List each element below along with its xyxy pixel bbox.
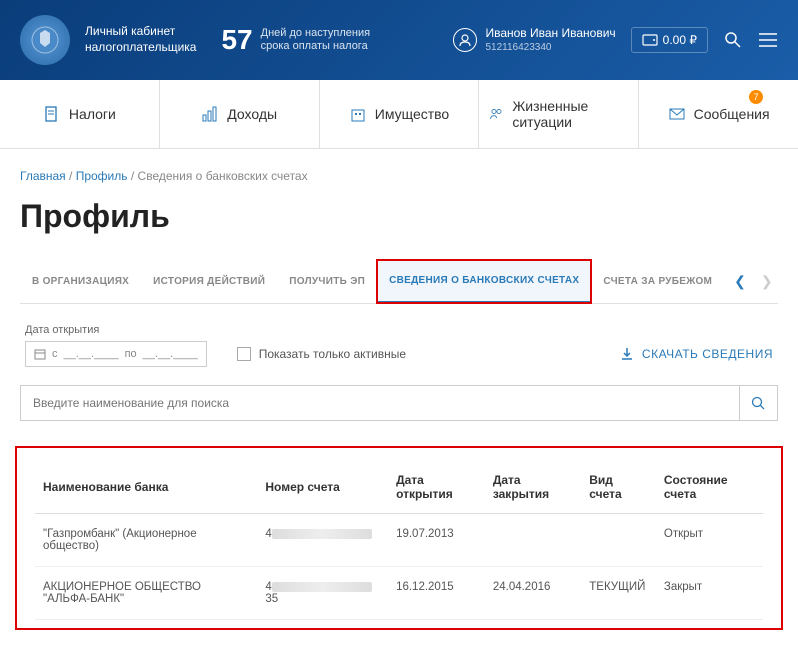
user-info: Иванов Иван Иванович 512116423340 [485, 26, 615, 55]
th-account: Номер счета [257, 461, 388, 514]
building-icon [349, 105, 367, 123]
tab-bank-accounts[interactable]: СВЕДЕНИЯ О БАНКОВСКИХ СЧЕТАХ [377, 260, 591, 303]
tab-prev-icon[interactable]: ❮ [734, 273, 746, 290]
wallet-icon [642, 34, 658, 46]
nav-messages[interactable]: Сообщения 7 [639, 80, 798, 148]
redacted-account [272, 529, 372, 539]
th-status: Состояние счета [656, 461, 763, 514]
breadcrumb-home[interactable]: Главная [20, 169, 66, 183]
cell-close: 24.04.2016 [485, 567, 581, 620]
tab-organizations[interactable]: В ОРГАНИЗАЦИЯХ [20, 261, 141, 302]
magnifier-icon [751, 396, 766, 411]
tab-history[interactable]: ИСТОРИЯ ДЕЙСТВИЙ [141, 261, 277, 302]
nav-property[interactable]: Имущество [320, 80, 480, 148]
cell-account: 4 [257, 514, 388, 567]
tax-countdown: 57 Дней до наступления срока оплаты нало… [221, 24, 370, 56]
bars-icon [201, 105, 219, 123]
date-range-input[interactable]: с __.__.____ по __.__.____ [25, 341, 207, 367]
nav-income[interactable]: Доходы [160, 80, 320, 148]
tab-foreign-accounts[interactable]: СЧЕТА ЗА РУБЕЖОМ [591, 261, 724, 302]
profile-tabs: В ОРГАНИЗАЦИЯХ ИСТОРИЯ ДЕЙСТВИЙ ПОЛУЧИТЬ… [20, 260, 778, 304]
countdown-number: 57 [221, 24, 252, 56]
menu-icon[interactable] [758, 30, 778, 50]
cell-close [485, 514, 581, 567]
redacted-account [272, 582, 372, 592]
messages-badge: 7 [749, 90, 763, 104]
app-header: Личный кабинет налогоплательщика 57 Дней… [0, 0, 798, 80]
page-title: Профиль [20, 198, 778, 235]
user-menu[interactable]: Иванов Иван Иванович 512116423340 [453, 26, 615, 55]
cell-bank: "Газпромбанк" (Акционерное общество) [35, 514, 257, 567]
people-icon [489, 105, 504, 123]
th-open: Дата открытия [388, 461, 485, 514]
checkbox-icon [237, 347, 251, 361]
cell-account: 435 [257, 567, 388, 620]
cell-type [581, 514, 656, 567]
date-open-filter: Дата открытия с __.__.____ по __.__.____ [25, 324, 207, 367]
download-button[interactable]: СКАЧАТЬ СВЕДЕНИЯ [620, 347, 773, 367]
tab-signature[interactable]: ПОЛУЧИТЬ ЭП [277, 261, 377, 302]
tab-next-icon[interactable]: ❯ [761, 273, 773, 290]
search-button[interactable] [739, 386, 777, 420]
th-type: Вид счета [581, 461, 656, 514]
wallet-button[interactable]: 0.00 ₽ [631, 27, 708, 53]
nav-situations[interactable]: Жизненные ситуации [479, 80, 639, 148]
filters-row: Дата открытия с __.__.____ по __.__.____… [20, 324, 778, 367]
cell-type: ТЕКУЩИЙ [581, 567, 656, 620]
breadcrumb: Главная / Профиль / Сведения о банковски… [20, 169, 778, 183]
download-icon [620, 347, 634, 361]
envelope-icon [668, 105, 686, 123]
document-icon [43, 105, 61, 123]
th-bank: Наименование банка [35, 461, 257, 514]
main-nav: Налоги Доходы Имущество Жизненные ситуац… [0, 80, 798, 149]
cell-status: Закрыт [656, 567, 763, 620]
search-icon[interactable] [723, 30, 743, 50]
th-close: Дата закрытия [485, 461, 581, 514]
active-only-checkbox[interactable]: Показать только активные [237, 347, 406, 367]
countdown-label: Дней до наступления срока оплаты налога [261, 27, 370, 53]
page-content: Главная / Профиль / Сведения о банковски… [0, 149, 798, 645]
fns-logo [20, 15, 70, 65]
cell-open: 19.07.2013 [388, 514, 485, 567]
table-row: "Газпромбанк" (Акционерное общество)419.… [35, 514, 763, 567]
breadcrumb-current: Сведения о банковских счетах [138, 169, 308, 183]
tab-scroll-nav: ❮ ❯ [724, 273, 782, 290]
breadcrumb-profile[interactable]: Профиль [76, 169, 128, 183]
cell-bank: АКЦИОНЕРНОЕ ОБЩЕСТВО "АЛЬФА-БАНК" [35, 567, 257, 620]
search-input[interactable] [21, 386, 739, 420]
search-bar [20, 385, 778, 421]
user-avatar-icon [453, 28, 477, 52]
calendar-icon [34, 348, 46, 360]
nav-taxes[interactable]: Налоги [0, 80, 160, 148]
cell-open: 16.12.2015 [388, 567, 485, 620]
accounts-table-wrap: Наименование банка Номер счета Дата откр… [20, 451, 778, 625]
app-title: Личный кабинет налогоплательщика [85, 24, 196, 55]
table-row: АКЦИОНЕРНОЕ ОБЩЕСТВО "АЛЬФА-БАНК"43516.1… [35, 567, 763, 620]
accounts-table: Наименование банка Номер счета Дата откр… [35, 461, 763, 620]
cell-status: Открыт [656, 514, 763, 567]
